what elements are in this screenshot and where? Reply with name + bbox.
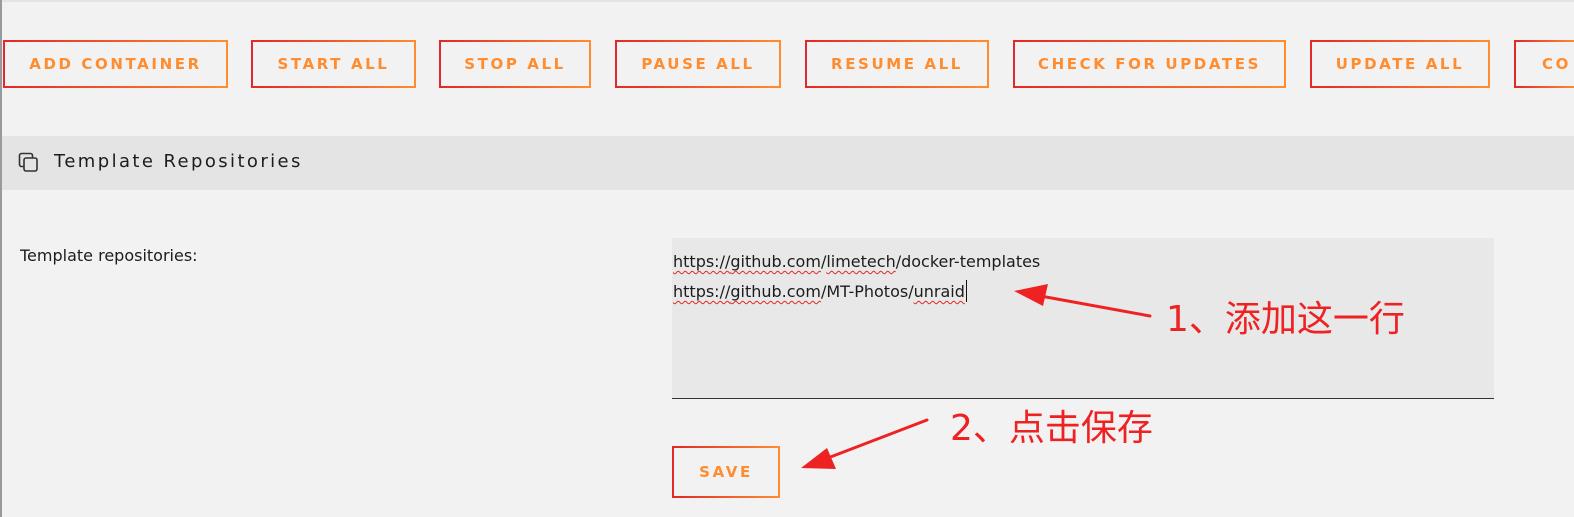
container-size-button[interactable]: CO: [1514, 40, 1574, 88]
repo-1-path: /docker-templates: [895, 252, 1041, 271]
repo-2-path: /MT-Photos/: [820, 282, 914, 301]
resume-all-button[interactable]: RESUME ALL: [805, 40, 989, 88]
annotation-step-2: 2、点击保存: [950, 408, 1153, 449]
update-all-button[interactable]: UPDATE ALL: [1310, 40, 1490, 88]
docker-toolbar: ADD CONTAINER START ALL STOP ALL PAUSE A…: [0, 40, 1574, 92]
template-repositories-label: Template repositories:: [20, 246, 198, 265]
add-container-button[interactable]: ADD CONTAINER: [3, 40, 228, 88]
repo-2-name: unraid: [913, 282, 965, 301]
section-title: Template Repositories: [54, 151, 303, 172]
template-repositories-header: Template Repositories: [2, 136, 1574, 190]
repo-2-scheme: https://: [673, 282, 731, 301]
repo-line-1: https://github.com/limetech/docker-templ…: [673, 247, 1494, 277]
arrow-to-save-button: [801, 418, 929, 469]
annotation-step-1: 1、添加这一行: [1166, 299, 1405, 340]
check-for-updates-button[interactable]: CHECK FOR UPDATES: [1013, 40, 1286, 88]
start-all-button[interactable]: START ALL: [251, 40, 416, 88]
save-button[interactable]: SAVE: [672, 446, 780, 498]
repo-2-host: github.com: [730, 282, 821, 301]
repo-1-owner: limetech: [826, 252, 896, 271]
repo-1-host: github.com: [730, 252, 821, 271]
repo-1-scheme: https://: [673, 252, 731, 271]
stop-all-button[interactable]: STOP ALL: [439, 40, 591, 88]
copy-icon: [18, 152, 40, 174]
top-divider: [0, 0, 1574, 2]
text-caret: [965, 280, 967, 302]
pause-all-button[interactable]: PAUSE ALL: [615, 40, 781, 88]
